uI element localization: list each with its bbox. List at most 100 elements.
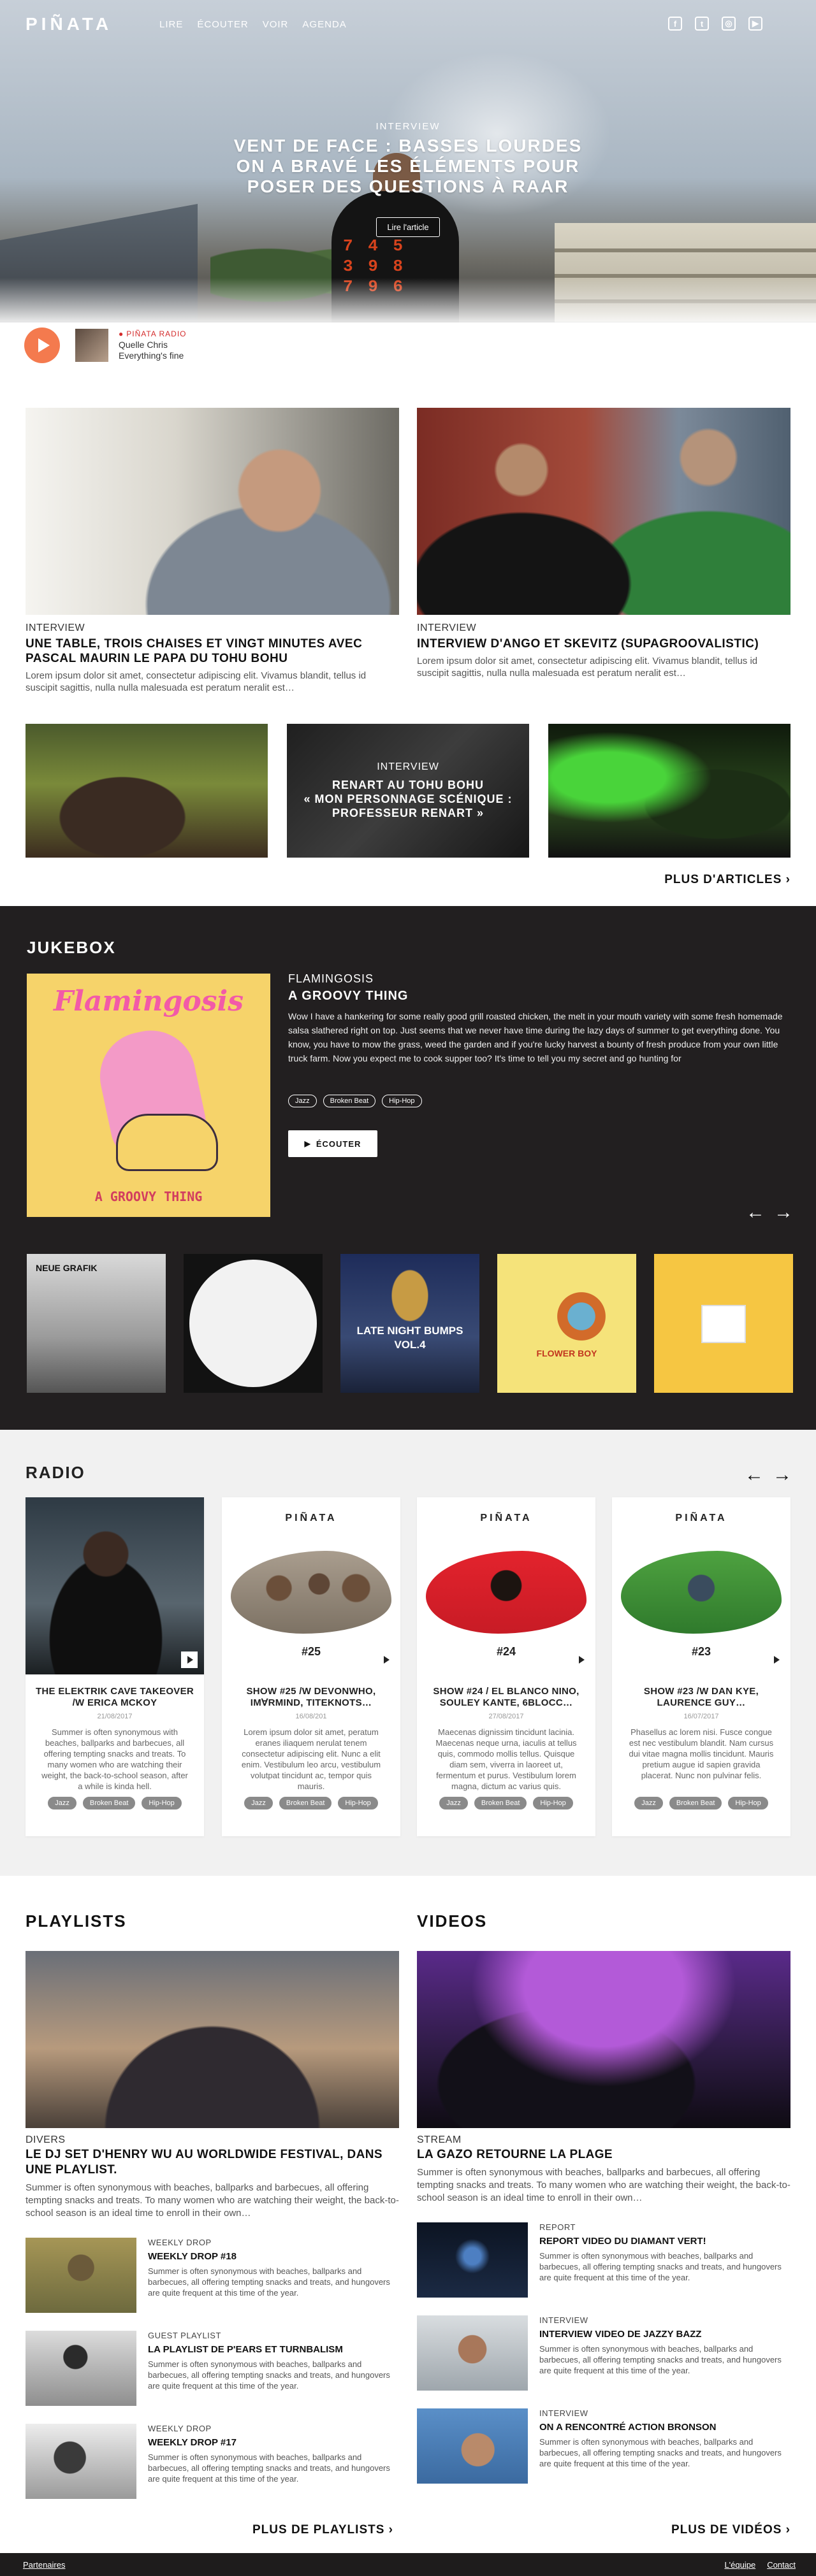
playlist-item-title[interactable]: WEEKLY DROP #18 [148,2251,399,2262]
video-main-image[interactable] [417,1951,790,2128]
more-videos-link[interactable]: PLUS DE VIDÉOS [671,2523,790,2537]
video-item-image[interactable] [417,2222,528,2298]
menu-item-agenda[interactable]: AGENDA [302,19,346,30]
tag-hip-hop[interactable]: Hip-Hop [382,1095,422,1107]
instagram-icon[interactable]: ◎ [722,17,736,31]
tag-broken-beat[interactable]: Broken Beat [82,1797,136,1810]
jukebox-album-title[interactable]: A GROOVY THING [288,989,408,1004]
radio-show-card[interactable]: PIÑATA #24 SHOW #24 / EL BLANCO NINO, SO… [417,1497,595,1836]
radio-show-title[interactable]: SHOW #25 /W DEVONWHO, IM∀RMIND, TITEKNOT… [222,1674,400,1709]
tag-jazz[interactable]: Jazz [288,1095,317,1107]
playlist-item[interactable]: WEEKLY DROP WEEKLY DROP #18 Summer is of… [26,2238,399,2313]
jukebox-album-thumb[interactable] [184,1254,323,1393]
tag-broken-beat[interactable]: Broken Beat [474,1797,527,1810]
article-thumb-card[interactable] [26,724,268,858]
arrow-left-icon[interactable]: ← [746,1203,765,1222]
jukebox-cover-title: Flamingosis [53,985,244,1018]
radio-play-button[interactable] [572,1651,589,1668]
tag-hip-hop[interactable]: Hip-Hop [338,1797,378,1810]
video-item-title[interactable]: REPORT VIDEO DU DIAMANT VERT! [539,2236,790,2247]
video-main-title[interactable]: LA GAZO RETOURNE LA PLAGE [417,2147,790,2162]
tag-jazz[interactable]: Jazz [48,1797,76,1810]
video-item-title[interactable]: ON A RENCONTRÉ ACTION BRONSON [539,2422,790,2433]
video-item[interactable]: INTERVIEW INTERVIEW VIDEO DE JAZZY BAZZ … [417,2315,790,2391]
playlist-item-title[interactable]: LA PLAYLIST DE P'EARS ET TURNBALISM [148,2344,399,2355]
footer-team-link[interactable]: L'équipe [724,2560,755,2570]
playlist-item-title[interactable]: WEEKLY DROP #17 [148,2437,399,2448]
jukebox-album-thumb[interactable]: NEUE GRAFIK [27,1254,166,1393]
radio-show-card[interactable]: PIÑATA #23 SHOW #23 /W DAN KYE, LAURENCE… [612,1497,790,1836]
article-image[interactable] [26,408,399,615]
radio-show-image[interactable]: PIÑATA #24 [417,1497,595,1674]
tag-hip-hop[interactable]: Hip-Hop [142,1797,182,1810]
tag-jazz[interactable]: Jazz [244,1797,273,1810]
tag-hip-hop[interactable]: Hip-Hop [728,1797,768,1810]
jukebox-cover[interactable]: Flamingosis A GROOVY THING [27,974,270,1217]
playlist-main-title[interactable]: LE DJ SET D'HENRY WU AU WORLDWIDE FESTIV… [26,2147,399,2178]
playlist-item[interactable]: WEEKLY DROP WEEKLY DROP #17 Summer is of… [26,2424,399,2499]
radio-show-card[interactable]: PIÑATA #25 SHOW #25 /W DEVONWHO, IM∀RMIN… [222,1497,400,1836]
footer-contact-link[interactable]: Contact [767,2560,796,2570]
playlist-item-image[interactable] [26,2331,136,2406]
radio-show-title[interactable]: SHOW #23 /W DAN KYE, LAURENCE GUY… [612,1674,790,1709]
arrow-right-icon[interactable]: → [773,1465,792,1485]
radio-show-card[interactable]: THE ELEKTRIK CAVE TAKEOVER /W ERICA MCKO… [26,1497,204,1836]
article-card[interactable]: INTERVIEW UNE TABLE, TROIS CHAISES ET VI… [26,408,399,694]
youtube-icon[interactable]: ▶ [748,17,762,31]
more-articles-link[interactable]: PLUS D'ARTICLES [664,873,790,887]
footer-partners-link[interactable]: Partenaires [23,2560,65,2570]
video-item[interactable]: REPORT REPORT VIDEO DU DIAMANT VERT! Sum… [417,2222,790,2298]
jukebox-artist: FLAMINGOSIS [288,972,374,985]
tag-jazz[interactable]: Jazz [439,1797,468,1810]
article-thumb-title: RENART AU TOHU BOHU « MON PERSONNAGE SCÉ… [303,778,512,820]
radio-show-image[interactable]: PIÑATA #23 [612,1497,790,1674]
tag-broken-beat[interactable]: Broken Beat [669,1797,722,1810]
playlist-main-image[interactable] [26,1951,399,2128]
playlist-item-image[interactable] [26,2424,136,2499]
article-title[interactable]: UNE TABLE, TROIS CHAISES ET VINGT MINUTE… [26,637,399,666]
site-logo[interactable]: PIÑATA [26,14,112,34]
radio-play-button[interactable] [768,1651,784,1668]
jukebox-carousel-arrows: ← → [746,1203,793,1222]
menu-item-voir[interactable]: VOIR [263,19,289,30]
read-article-button[interactable]: Lire l'article [376,217,440,237]
menu-item-lire[interactable]: LIRE [159,19,183,30]
jukebox-album-thumb[interactable] [654,1254,793,1393]
radio-play-button[interactable] [24,327,60,363]
hero-banner: 7 4 5 3 9 8 7 9 6 PIÑATA LIRE ÉCOUTER VO… [0,0,816,322]
facebook-icon[interactable]: f [668,17,682,31]
video-item[interactable]: INTERVIEW ON A RENCONTRÉ ACTION BRONSON … [417,2408,790,2484]
article-title[interactable]: INTERVIEW D'ANGO ET SKEVITZ (SUPAGROOVAL… [417,637,790,651]
jukebox-album-thumb[interactable]: FLOWER BOY [497,1254,636,1393]
radio-show-title[interactable]: THE ELEKTRIK CAVE TAKEOVER /W ERICA MCKO… [26,1674,204,1709]
video-item-image[interactable] [417,2408,528,2484]
radio-show-image[interactable] [26,1497,204,1674]
article-thumb-card-featured[interactable]: INTERVIEW RENART AU TOHU BOHU « MON PERS… [287,724,529,858]
video-item-kicker: INTERVIEW [539,2315,588,2325]
playlist-item-image[interactable] [26,2238,136,2313]
radio-play-button[interactable] [181,1651,198,1668]
radio-play-button[interactable] [377,1651,394,1668]
video-item-image[interactable] [417,2315,528,2391]
arrow-right-icon[interactable]: → [774,1203,793,1222]
radio-host-thumbnail [75,329,108,362]
playlist-item[interactable]: GUEST PLAYLIST LA PLAYLIST DE P'EARS ET … [26,2331,399,2406]
tag-broken-beat[interactable]: Broken Beat [279,1797,332,1810]
radio-show-image[interactable]: PIÑATA #25 [222,1497,400,1674]
article-thumb-image [548,724,790,858]
arrow-left-icon[interactable]: ← [745,1465,764,1485]
jukebox-album-thumb[interactable]: LATE NIGHT BUMPS VOL.4 [340,1254,479,1393]
twitter-icon[interactable]: t [695,17,709,31]
listen-button[interactable]: ▶ ÉCOUTER [288,1130,377,1157]
tag-jazz[interactable]: Jazz [634,1797,663,1810]
player-fade [0,278,816,322]
video-item-title[interactable]: INTERVIEW VIDEO DE JAZZY BAZZ [539,2329,790,2340]
tag-broken-beat[interactable]: Broken Beat [323,1095,376,1107]
more-playlists-link[interactable]: PLUS DE PLAYLISTS [252,2523,393,2537]
article-thumb-card[interactable] [548,724,790,858]
article-image[interactable] [417,408,790,615]
tag-hip-hop[interactable]: Hip-Hop [533,1797,573,1810]
article-card[interactable]: INTERVIEW INTERVIEW D'ANGO ET SKEVITZ (S… [417,408,790,679]
radio-show-title[interactable]: SHOW #24 / EL BLANCO NINO, SOULEY KANTE,… [417,1674,595,1709]
menu-item-ecouter[interactable]: ÉCOUTER [197,19,248,30]
